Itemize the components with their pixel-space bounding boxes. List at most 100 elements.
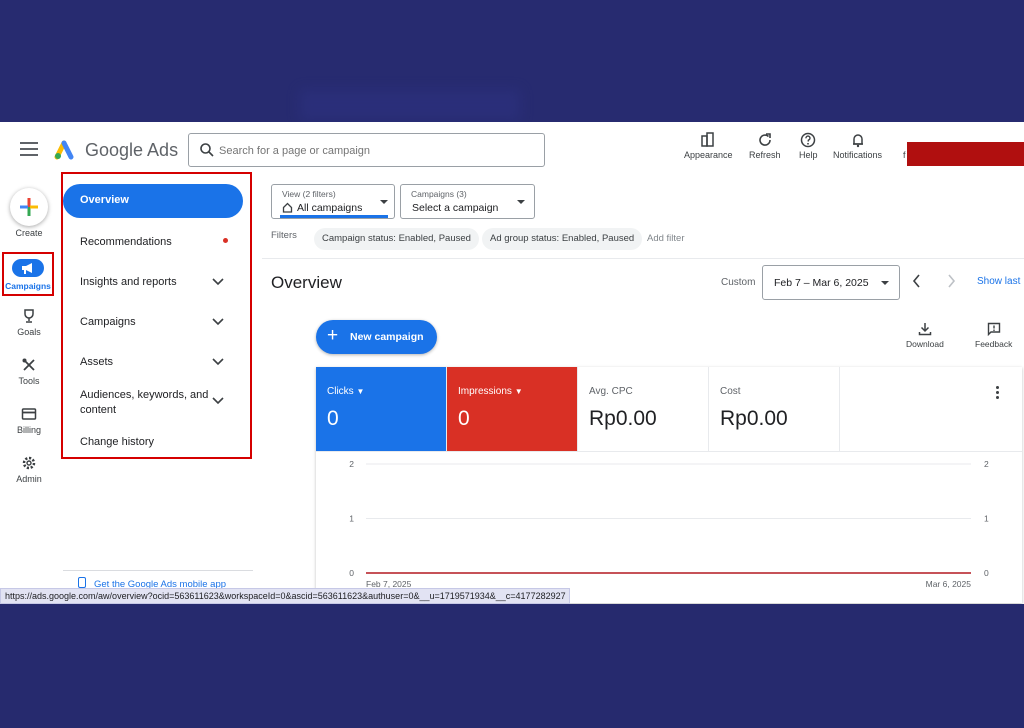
audiences-label-line1: Audiences, keywords, and: [80, 389, 209, 401]
y-tick-label-right: 1: [984, 514, 989, 524]
account-initial: f: [903, 150, 906, 160]
campaigns-pill: [12, 259, 44, 277]
date-range-picker[interactable]: Feb 7 – Mar 6, 2025: [762, 265, 900, 300]
google-ads-logo: [54, 140, 74, 160]
audiences-label-line2: content: [80, 404, 117, 416]
nav-item-insights[interactable]: Insights and reports: [80, 276, 177, 288]
tools-label: Tools: [18, 376, 40, 386]
appearance-label: Appearance: [684, 150, 733, 160]
active-underline: [280, 215, 388, 218]
refresh-icon: [759, 133, 771, 146]
metric-impressions[interactable]: Impressions ▼ 0: [447, 367, 578, 451]
y-tick-label-right: 2: [984, 459, 989, 469]
chevron-right-icon[interactable]: [945, 274, 957, 288]
megaphone-icon: [22, 263, 32, 274]
goals-label: Goals: [17, 327, 41, 337]
rail-item-tools[interactable]: Tools: [0, 357, 58, 386]
google-ads-window: Google Ads Appearance Refresh: [0, 122, 1024, 604]
metric-label: Impressions ▼: [458, 386, 523, 397]
search-icon: [200, 143, 214, 157]
nav-item-campaigns[interactable]: Campaigns: [80, 316, 136, 328]
rail-item-admin[interactable]: Admin: [0, 455, 58, 484]
refresh-label: Refresh: [749, 150, 781, 160]
rail-item-campaigns[interactable]: Campaigns: [2, 252, 54, 296]
rail-item-goals[interactable]: Goals: [0, 308, 58, 337]
view-filter-caption: View (2 filters): [282, 189, 336, 199]
search-input[interactable]: [219, 140, 529, 162]
nav-item-recommendations[interactable]: Recommendations: [80, 236, 172, 248]
more-options-icon[interactable]: [996, 386, 1000, 401]
dropdown-arrow-icon: [517, 200, 525, 204]
new-campaign-button[interactable]: + New campaign: [316, 320, 437, 354]
metric-value: 0: [458, 407, 470, 430]
credit-card-icon: [21, 408, 37, 420]
help-label: Help: [799, 150, 818, 160]
notifications-button[interactable]: Notifications: [833, 132, 882, 160]
metric-avg-cpc[interactable]: Avg. CPC Rp0.00: [578, 367, 709, 451]
campaigns-label: Campaigns: [5, 281, 51, 291]
help-button[interactable]: Help: [799, 132, 818, 160]
date-range-value: Feb 7 – Mar 6, 2025: [774, 277, 869, 289]
nav-item-change-history[interactable]: Change history: [80, 436, 154, 448]
performance-chart: 0 01 12 2Feb 7, 2025 Mar 6, 2025: [349, 459, 989, 589]
filters-label: Filters: [271, 230, 297, 241]
background-bottom: [0, 604, 1024, 728]
y-tick-label-left: 2: [349, 459, 354, 469]
view-filter-value: All campaigns: [297, 202, 363, 214]
filter-chip-ad-group-status[interactable]: Ad group status: Enabled, Paused: [482, 228, 643, 250]
chevron-down-icon[interactable]: [212, 358, 224, 366]
campaign-selector-value: Select a campaign: [412, 202, 499, 214]
feedback-icon: [987, 322, 1000, 336]
search-box[interactable]: [188, 133, 545, 167]
background-glow: [300, 90, 520, 120]
rail-item-billing[interactable]: Billing: [0, 406, 58, 435]
campaign-selector-dropdown[interactable]: Campaigns (3) Select a campaign: [400, 184, 535, 219]
main-divider: [262, 258, 1024, 259]
download-icon: [918, 323, 932, 336]
plus-icon: +: [327, 325, 339, 346]
feedback-button[interactable]: Feedback: [975, 322, 1012, 349]
metric-value: 0: [327, 407, 339, 430]
show-last-link[interactable]: Show last: [977, 276, 1020, 287]
create-button[interactable]: [10, 188, 48, 226]
view-filter-dropdown[interactable]: View (2 filters) All campaigns: [271, 184, 395, 219]
metric-value: Rp0.00: [589, 407, 657, 430]
appearance-button[interactable]: Appearance: [684, 132, 733, 160]
download-label: Download: [906, 339, 944, 349]
add-filter-button[interactable]: Add filter: [647, 233, 685, 244]
y-tick-label-left: 0: [349, 568, 354, 578]
nav-item-overview[interactable]: Overview: [63, 184, 243, 218]
page-title: Overview: [271, 273, 342, 292]
trophy-icon: [24, 309, 34, 323]
nav-item-audiences[interactable]: Audiences, keywords, and content: [80, 389, 208, 416]
metric-cost[interactable]: Cost Rp0.00: [709, 367, 840, 451]
brand-name: Google Ads: [85, 140, 179, 160]
menu-icon[interactable]: [20, 142, 38, 156]
notifications-label: Notifications: [833, 150, 883, 160]
bell-icon: [852, 134, 863, 148]
feedback-label: Feedback: [975, 339, 1013, 349]
chevron-down-icon[interactable]: [212, 397, 224, 405]
tools-icon: [22, 358, 35, 371]
chevron-down-icon[interactable]: [212, 278, 224, 286]
x-tick-label: Mar 6, 2025: [926, 579, 972, 589]
admin-label: Admin: [16, 474, 42, 484]
filter-chip-campaign-status[interactable]: Campaign status: Enabled, Paused: [314, 228, 479, 250]
dropdown-arrow-icon: [881, 281, 889, 285]
notification-dot: [223, 238, 228, 243]
chevron-down-icon[interactable]: [212, 318, 224, 326]
account-redacted[interactable]: [907, 142, 1024, 166]
dropdown-arrow-icon: [380, 200, 388, 204]
nav-divider: [63, 570, 253, 571]
metric-value: Rp0.00: [720, 407, 788, 430]
nav-item-assets[interactable]: Assets: [80, 356, 113, 368]
y-tick-label-right: 0: [984, 568, 989, 578]
home-icon: [282, 202, 293, 213]
campaign-selector-caption: Campaigns (3): [411, 189, 467, 199]
top-bar: Google Ads Appearance Refresh: [0, 122, 1024, 178]
chevron-left-icon[interactable]: [911, 274, 923, 288]
performance-card: Clicks ▼ 0 Impressions ▼ 0 Avg. CPC Rp0.…: [316, 367, 1022, 603]
metric-clicks[interactable]: Clicks ▼ 0: [316, 367, 447, 451]
download-button[interactable]: Download: [906, 322, 944, 349]
refresh-button[interactable]: Refresh: [749, 132, 781, 160]
